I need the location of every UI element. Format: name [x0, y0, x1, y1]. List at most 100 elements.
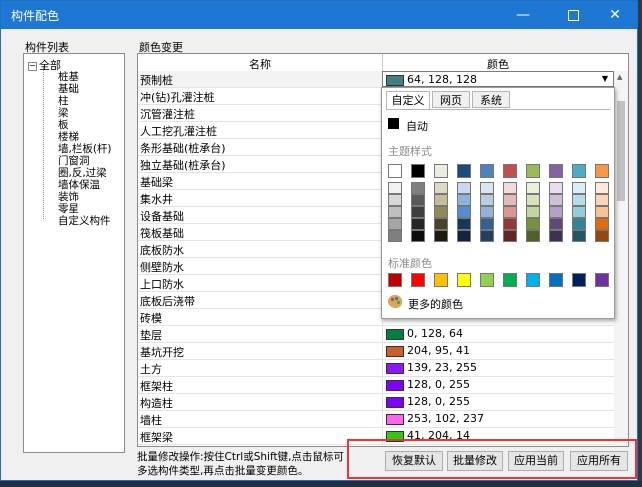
- minimize-button[interactable]: —: [501, 1, 545, 29]
- color-cell[interactable]: [457, 182, 471, 194]
- color-cell[interactable]: [572, 230, 586, 242]
- color-cell[interactable]: [526, 206, 540, 218]
- color-cell[interactable]: [572, 164, 586, 178]
- table-row[interactable]: 基坑开挖 204, 95, 41: [138, 343, 614, 360]
- tab-web[interactable]: 网页: [432, 91, 470, 108]
- maximize-button[interactable]: [551, 1, 595, 29]
- table-row[interactable]: 垫层 0, 128, 64: [138, 326, 614, 343]
- color-cell[interactable]: [434, 218, 448, 230]
- row-color-cell[interactable]: 128, 0, 255: [382, 377, 615, 393]
- color-cell[interactable]: [411, 164, 425, 178]
- tree-item[interactable]: 自定义构件: [58, 213, 111, 228]
- tab-custom[interactable]: 自定义: [386, 91, 430, 110]
- color-cell[interactable]: [572, 194, 586, 206]
- color-cell[interactable]: [457, 230, 471, 242]
- color-cell[interactable]: [480, 206, 494, 218]
- color-cell[interactable]: [434, 182, 448, 194]
- row-color-cell[interactable]: 0, 128, 64: [382, 326, 615, 342]
- color-cell[interactable]: [388, 194, 402, 206]
- apply-all-button[interactable]: 应用所有: [570, 451, 628, 471]
- color-cell[interactable]: [480, 194, 494, 206]
- batch-edit-button[interactable]: 批量修改: [447, 451, 503, 471]
- color-cell[interactable]: [411, 182, 425, 194]
- color-cell[interactable]: [595, 218, 609, 230]
- color-cell[interactable]: [526, 182, 540, 194]
- color-cell[interactable]: [480, 164, 494, 178]
- close-button[interactable]: ✕: [593, 1, 637, 29]
- scroll-thumb[interactable]: [617, 101, 625, 201]
- collapse-icon[interactable]: −: [28, 61, 37, 71]
- color-cell[interactable]: [526, 194, 540, 206]
- color-cell[interactable]: [457, 273, 471, 287]
- table-row[interactable]: 土方 139, 23, 255: [138, 360, 614, 377]
- color-cell[interactable]: [434, 206, 448, 218]
- color-cell[interactable]: [457, 194, 471, 206]
- tab-system[interactable]: 系统: [472, 91, 510, 108]
- color-cell[interactable]: [595, 194, 609, 206]
- color-cell[interactable]: [434, 194, 448, 206]
- scroll-up-icon[interactable]: ▲: [617, 73, 622, 81]
- table-row[interactable]: 框架柱 128, 0, 255: [138, 377, 614, 394]
- column-header-color[interactable]: 颜色: [382, 56, 614, 72]
- color-cell[interactable]: [388, 218, 402, 230]
- row-color-cell[interactable]: 128, 0, 255: [382, 394, 615, 410]
- color-cell[interactable]: [526, 230, 540, 242]
- color-cell[interactable]: [503, 164, 517, 178]
- color-cell[interactable]: [503, 182, 517, 194]
- color-cell[interactable]: [434, 164, 448, 178]
- restore-default-button[interactable]: 恢复默认: [385, 451, 443, 471]
- color-cell[interactable]: [388, 206, 402, 218]
- color-cell[interactable]: [503, 206, 517, 218]
- color-cell[interactable]: [549, 182, 563, 194]
- row-color-cell[interactable]: 253, 102, 237: [382, 411, 615, 427]
- color-cell[interactable]: [434, 273, 448, 287]
- color-cell[interactable]: [595, 164, 609, 178]
- color-cell[interactable]: [434, 230, 448, 242]
- color-cell[interactable]: [572, 218, 586, 230]
- color-cell[interactable]: [480, 273, 494, 287]
- color-cell[interactable]: [480, 230, 494, 242]
- color-cell[interactable]: [549, 218, 563, 230]
- row-color-cell[interactable]: 139, 23, 255: [382, 360, 615, 376]
- tree-root[interactable]: − 全部: [28, 57, 61, 73]
- color-cell[interactable]: [549, 230, 563, 242]
- color-cell[interactable]: [457, 164, 471, 178]
- color-cell[interactable]: [388, 273, 402, 287]
- color-cell[interactable]: [503, 230, 517, 242]
- color-cell[interactable]: [411, 218, 425, 230]
- color-cell[interactable]: [595, 182, 609, 194]
- color-cell[interactable]: [526, 218, 540, 230]
- apply-current-button[interactable]: 应用当前: [508, 451, 564, 471]
- row-color-cell[interactable]: 64, 128, 128 ▼: [382, 71, 614, 87]
- table-row[interactable]: 预制桩 64, 128, 128 ▼: [138, 71, 614, 88]
- color-cell[interactable]: [595, 273, 609, 287]
- color-cell[interactable]: [549, 206, 563, 218]
- color-cell[interactable]: [595, 230, 609, 242]
- table-row[interactable]: 构造柱 128, 0, 255: [138, 394, 614, 411]
- color-cell[interactable]: [549, 273, 563, 287]
- color-cell[interactable]: [457, 218, 471, 230]
- color-cell[interactable]: [526, 273, 540, 287]
- color-cell[interactable]: [480, 218, 494, 230]
- color-cell[interactable]: [388, 164, 402, 178]
- color-cell[interactable]: [388, 230, 402, 242]
- color-cell[interactable]: [595, 206, 609, 218]
- row-color-cell[interactable]: 204, 95, 41: [382, 343, 615, 359]
- color-cell[interactable]: [503, 273, 517, 287]
- color-cell[interactable]: [388, 182, 402, 194]
- color-cell[interactable]: [572, 273, 586, 287]
- color-cell[interactable]: [457, 206, 471, 218]
- color-cell[interactable]: [411, 273, 425, 287]
- color-cell[interactable]: [411, 230, 425, 242]
- color-cell[interactable]: [411, 206, 425, 218]
- color-cell[interactable]: [411, 194, 425, 206]
- dropdown-arrow-icon[interactable]: ▼: [599, 73, 611, 85]
- color-cell[interactable]: [549, 194, 563, 206]
- table-row[interactable]: 墙柱 253, 102, 237: [138, 411, 614, 428]
- color-cell[interactable]: [480, 182, 494, 194]
- color-cell[interactable]: [549, 164, 563, 178]
- color-cell[interactable]: [503, 218, 517, 230]
- color-cell[interactable]: [572, 206, 586, 218]
- color-cell[interactable]: [503, 194, 517, 206]
- grid-scrollbar[interactable]: ▲: [614, 71, 628, 446]
